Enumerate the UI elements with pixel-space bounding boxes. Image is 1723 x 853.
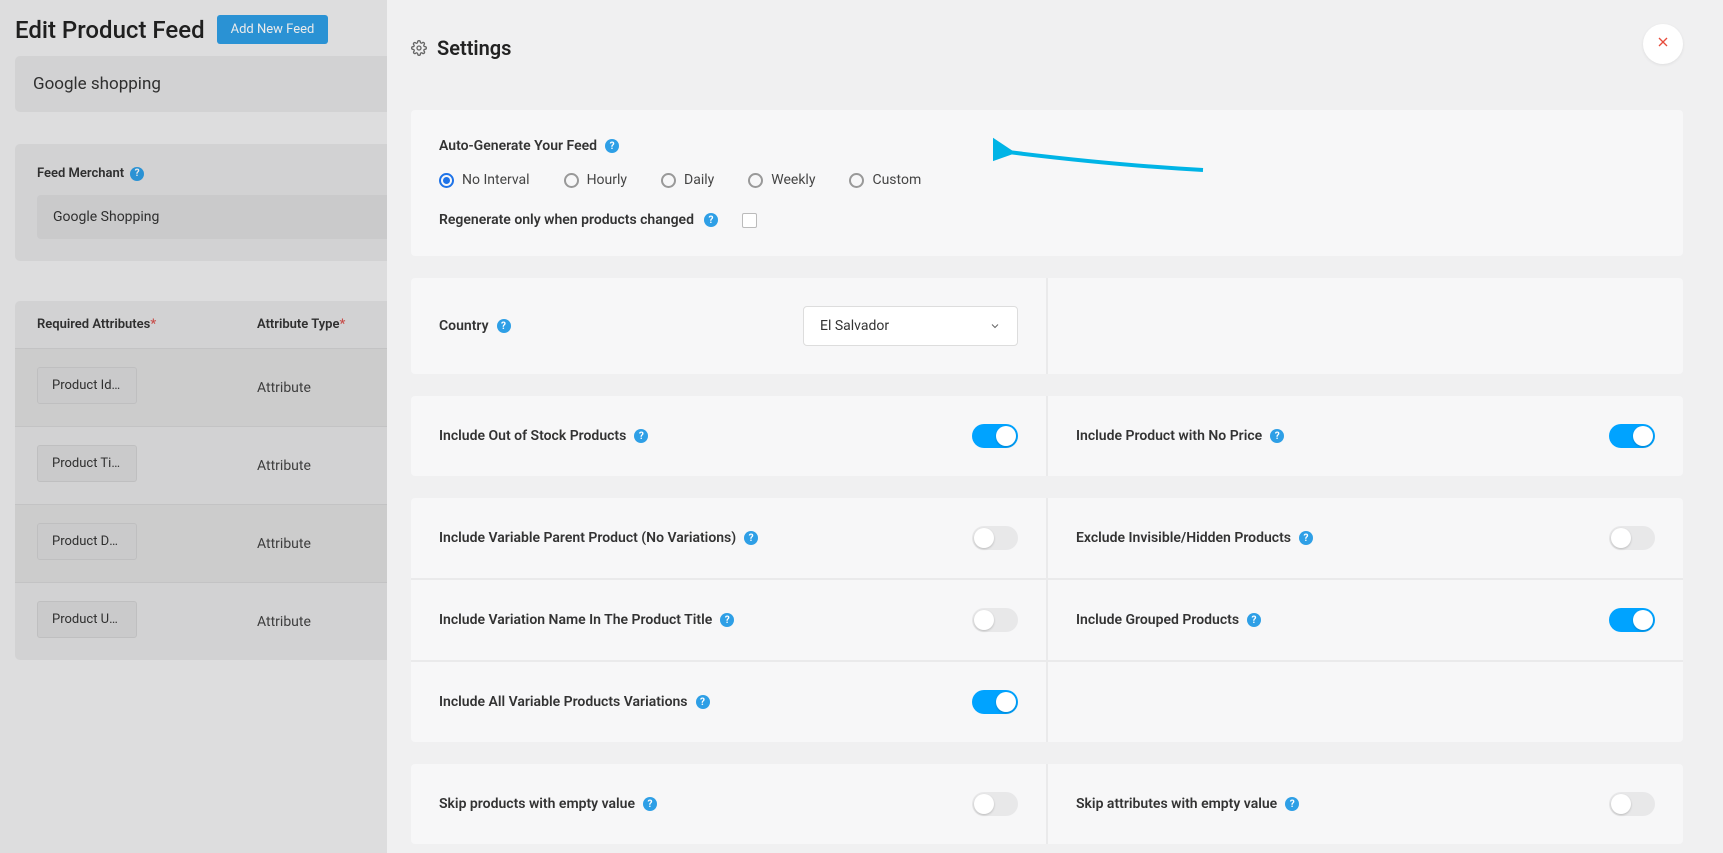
- radio-icon: [564, 173, 579, 188]
- include-all-var-toggle[interactable]: [972, 690, 1018, 714]
- include-var-parent-toggle[interactable]: [972, 526, 1018, 550]
- close-button[interactable]: [1643, 24, 1683, 64]
- regenerate-label: Regenerate only when products changed: [439, 212, 694, 228]
- include-no-price-toggle[interactable]: [1609, 424, 1655, 448]
- help-icon[interactable]: ?: [1247, 613, 1261, 627]
- radio-icon: [661, 173, 676, 188]
- include-no-price-label: Include Product with No Price: [1076, 428, 1262, 444]
- include-var-name-label: Include Variation Name In The Product Ti…: [439, 612, 712, 628]
- skip-empty-attrs-toggle[interactable]: [1609, 792, 1655, 816]
- radio-label: Weekly: [771, 172, 815, 188]
- include-oos-toggle[interactable]: [972, 424, 1018, 448]
- skip-empty-products-toggle[interactable]: [972, 792, 1018, 816]
- country-value: El Salvador: [820, 318, 889, 334]
- include-var-name-toggle[interactable]: [972, 608, 1018, 632]
- help-icon[interactable]: ?: [720, 613, 734, 627]
- help-icon[interactable]: ?: [1285, 797, 1299, 811]
- exclude-hidden-label: Exclude Invisible/Hidden Products: [1076, 530, 1291, 546]
- auto-generate-label: Auto-Generate Your Feed: [439, 138, 597, 154]
- panel-title: Settings: [437, 36, 511, 60]
- gear-icon: [411, 40, 427, 56]
- help-icon[interactable]: ?: [634, 429, 648, 443]
- radio-label: Custom: [872, 172, 921, 188]
- skip-empty-attrs-label: Skip attributes with empty value: [1076, 796, 1277, 812]
- help-icon[interactable]: ?: [497, 319, 511, 333]
- help-icon[interactable]: ?: [696, 695, 710, 709]
- radio-icon: [439, 173, 454, 188]
- radio-label: Hourly: [587, 172, 627, 188]
- radio-label: No Interval: [462, 172, 530, 188]
- radio-weekly[interactable]: Weekly: [748, 172, 815, 188]
- settings-panel: Settings Auto-Generate Your Feed ? No In…: [387, 0, 1723, 853]
- country-label: Country: [439, 318, 489, 334]
- skip-empty-products-label: Skip products with empty value: [439, 796, 635, 812]
- include-all-var-label: Include All Variable Products Variations: [439, 694, 688, 710]
- regenerate-checkbox[interactable]: [742, 213, 757, 228]
- radio-no-interval[interactable]: No Interval: [439, 172, 530, 188]
- radio-daily[interactable]: Daily: [661, 172, 714, 188]
- radio-icon: [849, 173, 864, 188]
- help-icon[interactable]: ?: [605, 139, 619, 153]
- help-icon[interactable]: ?: [1299, 531, 1313, 545]
- include-var-parent-label: Include Variable Parent Product (No Vari…: [439, 530, 736, 546]
- include-grouped-toggle[interactable]: [1609, 608, 1655, 632]
- help-icon[interactable]: ?: [704, 213, 718, 227]
- chevron-down-icon: [989, 320, 1001, 332]
- help-icon[interactable]: ?: [643, 797, 657, 811]
- help-icon[interactable]: ?: [1270, 429, 1284, 443]
- close-icon: [1655, 34, 1671, 50]
- include-grouped-label: Include Grouped Products: [1076, 612, 1239, 628]
- country-select[interactable]: El Salvador: [803, 306, 1018, 346]
- include-oos-label: Include Out of Stock Products: [439, 428, 626, 444]
- exclude-hidden-toggle[interactable]: [1609, 526, 1655, 550]
- radio-hourly[interactable]: Hourly: [564, 172, 627, 188]
- radio-custom[interactable]: Custom: [849, 172, 921, 188]
- help-icon[interactable]: ?: [744, 531, 758, 545]
- radio-label: Daily: [684, 172, 714, 188]
- radio-icon: [748, 173, 763, 188]
- empty-cell: [1048, 278, 1683, 374]
